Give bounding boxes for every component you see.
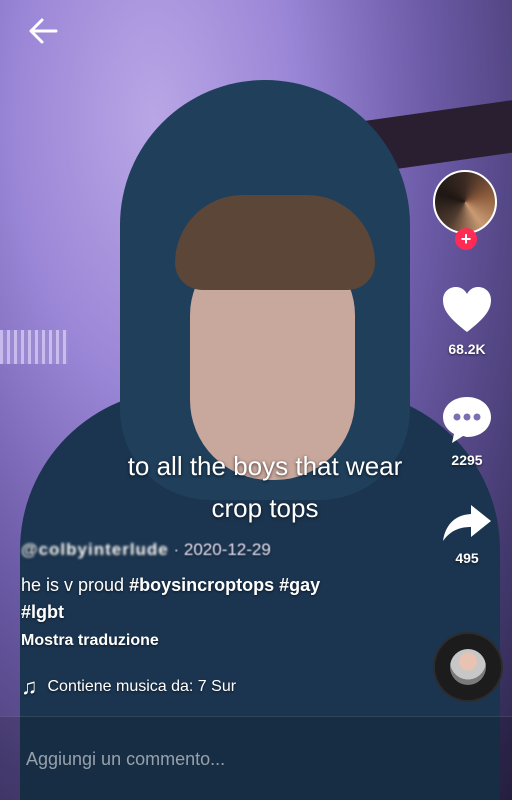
video-caption-line1: to all the boys that wear <box>127 451 403 481</box>
comment-count: 2295 <box>451 452 483 468</box>
arrow-left-icon <box>29 18 58 44</box>
follow-button[interactable]: + <box>455 228 477 250</box>
translate-link[interactable]: Mostra traduzione <box>21 632 159 650</box>
hashtag[interactable]: #gay <box>279 575 320 595</box>
plus-icon: + <box>460 229 472 249</box>
comment-input[interactable]: Aggiungi un commento... <box>26 749 225 770</box>
comment-icon <box>443 397 491 443</box>
video-caption-line2: crop tops <box>211 493 319 523</box>
music-note-icon: ♫ <box>21 674 38 699</box>
heart-icon <box>443 287 491 332</box>
share-button[interactable]: 495 <box>438 503 496 566</box>
description-text: he is v proud <box>21 575 130 595</box>
hashtag[interactable]: #lgbt <box>21 602 64 622</box>
music-info[interactable]: ♫ Contiene musica da: 7 Sur <box>21 676 236 698</box>
hashtag[interactable]: #boysincroptops <box>129 575 274 595</box>
video-screen[interactable]: to all the boys that wear crop tops + 68… <box>0 0 512 800</box>
post-date: · 2020-12-29 <box>168 540 271 559</box>
like-count: 68.2K <box>448 341 486 357</box>
author-username[interactable]: @colbyinterlude <box>21 540 169 559</box>
music-disc[interactable] <box>435 634 501 700</box>
disc-avatar <box>450 649 486 685</box>
like-button[interactable]: 68.2K <box>438 286 496 357</box>
back-button[interactable] <box>26 16 60 46</box>
share-icon <box>443 505 491 541</box>
comment-bar: Aggiungi un commento... <box>0 716 512 800</box>
creator-avatar[interactable] <box>433 170 497 234</box>
author-line[interactable]: @colbyinterlude · 2020-12-29 <box>21 540 271 560</box>
post-description: he is v proud #boysincroptops #gay #lgbt <box>21 572 391 626</box>
share-count: 495 <box>455 550 479 566</box>
music-text: Contiene musica da: 7 Sur <box>47 678 237 695</box>
comment-button[interactable]: 2295 <box>438 395 496 468</box>
